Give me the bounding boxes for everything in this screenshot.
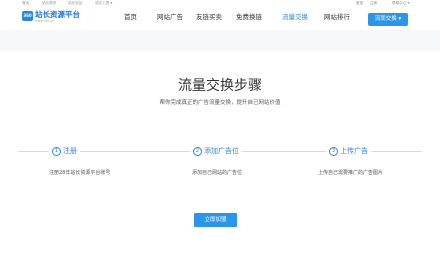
- header-band: [0, 30, 440, 51]
- nav-traffic-exchange[interactable]: 流量交换: [282, 13, 308, 21]
- step-1-description: 注册28年站长资源平台账号: [49, 170, 111, 176]
- nav-site-ranking[interactable]: 网站排行: [324, 13, 350, 21]
- join-now-button[interactable]: 立即加盟: [194, 213, 237, 227]
- step-3-number-icon: 3: [329, 146, 338, 156]
- page-title: 流量交换步骤: [178, 78, 262, 94]
- step-2-number-icon: 2: [193, 146, 202, 156]
- step-3: 3 上传广告: [326, 146, 371, 156]
- step-2-label: 添加广告位: [204, 147, 239, 155]
- top-utility-bar: 首页 站长资讯 站长社区 站长工具 ▾ 登录 注册 帮助中心 ▾: [0, 0, 440, 8]
- topbar-link-news[interactable]: 站长资讯: [42, 1, 56, 6]
- topbar-link-community[interactable]: 站长社区: [68, 1, 82, 6]
- step-3-label: 上传广告: [340, 147, 368, 155]
- site-logo-url: www.360.cn: [35, 19, 55, 23]
- nav-link-trade[interactable]: 友链买卖: [196, 13, 222, 21]
- nav-home[interactable]: 首页: [124, 13, 137, 21]
- login-link[interactable]: 登录: [356, 1, 363, 6]
- step-2-description: 添加自己网站的广告位: [192, 170, 243, 176]
- step-1-label: 注册: [63, 147, 77, 155]
- step-3-description: 上传自己需要推广的广告图片: [318, 170, 384, 176]
- page-subtitle: 帮你完成真正的广告流量交换，提升自己网站价值: [159, 100, 281, 106]
- step-1: 1 注册: [49, 146, 80, 156]
- topbar-link-tools[interactable]: 站长工具 ▾: [95, 1, 112, 6]
- nav-free-link-exchange[interactable]: 免费换链: [236, 13, 262, 21]
- nav-site-ads[interactable]: 网站广告: [157, 13, 183, 21]
- topbar-link-home[interactable]: 首页: [22, 1, 29, 6]
- site-logo-name[interactable]: 站长资源平台: [35, 10, 80, 19]
- step-2: 2 添加广告位: [190, 146, 242, 156]
- traffic-exchange-dropdown-button[interactable]: 流而交换 ▾: [368, 13, 408, 26]
- step-1-number-icon: 1: [52, 146, 61, 156]
- logo-icon[interactable]: 360: [22, 11, 33, 21]
- help-center-link[interactable]: 帮助中心 ▾: [392, 1, 409, 6]
- register-link[interactable]: 注册: [370, 1, 377, 6]
